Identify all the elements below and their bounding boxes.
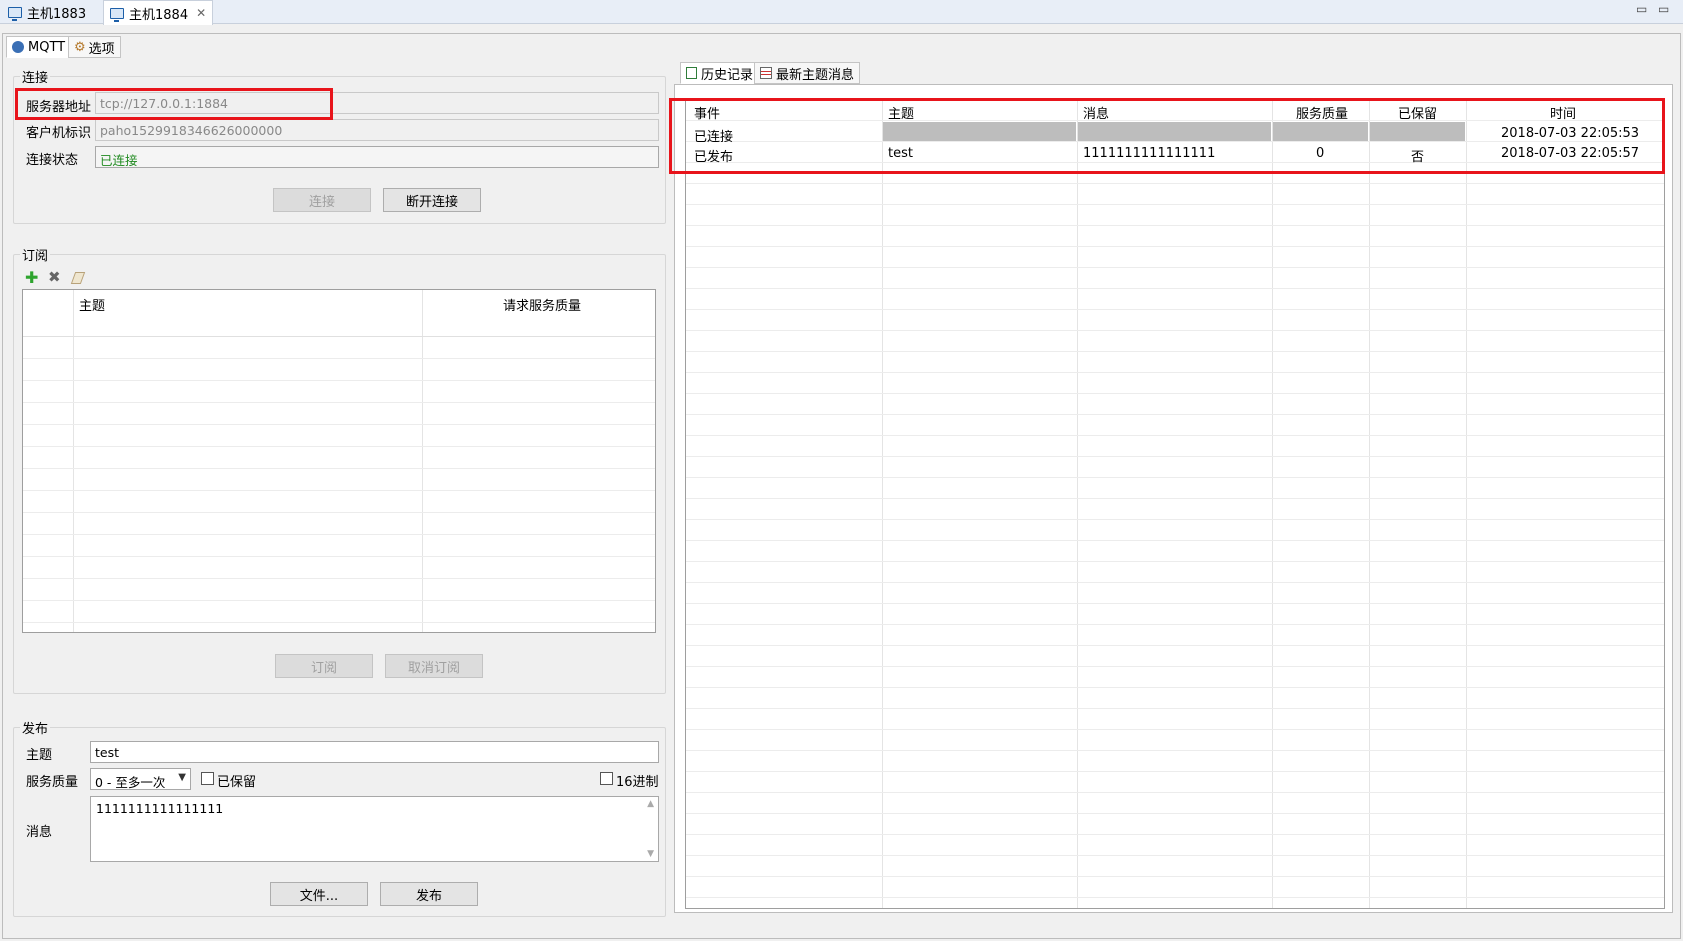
server-address-label: 服务器地址 bbox=[26, 100, 92, 115]
tab-mqtt-label: MQTT bbox=[28, 39, 66, 55]
history-row1-event[interactable]: 已连接 bbox=[694, 126, 733, 145]
history-row1-topic-empty bbox=[883, 122, 1076, 141]
scroll-down-icon[interactable]: ▼ bbox=[647, 849, 654, 859]
tab-history[interactable]: 历史记录 bbox=[680, 62, 760, 84]
close-tab-icon[interactable]: ✕ bbox=[196, 6, 206, 20]
history-row1-retained-empty bbox=[1370, 122, 1465, 141]
server-address-field[interactable]: tcp://127.0.0.1:1884 bbox=[95, 92, 659, 114]
delete-icon[interactable]: ✖ bbox=[48, 268, 61, 286]
history-table[interactable]: 事件 主题 消息 服务质量 已保留 时间 已连接 2018-07-03 22:0… bbox=[685, 98, 1665, 909]
subscription-group-title: 订阅 bbox=[20, 245, 51, 264]
monitor-icon bbox=[110, 7, 124, 22]
tab-latest-topic-messages[interactable]: 最新主题消息 bbox=[754, 62, 861, 84]
client-id-field[interactable]: paho1529918346626000000 bbox=[95, 119, 659, 141]
qos-select[interactable]: 0 - 至多一次 ▼ bbox=[90, 768, 191, 790]
publish-topic-input[interactable]: test bbox=[90, 741, 659, 763]
publish-group-title: 发布 bbox=[20, 718, 51, 737]
hex-label: 16进制 bbox=[616, 775, 659, 790]
column-header-topic[interactable]: 主题 bbox=[888, 103, 914, 122]
history-row1-time[interactable]: 2018-07-03 22:05:53 bbox=[1501, 126, 1639, 141]
history-row2-topic[interactable]: test bbox=[888, 146, 913, 161]
history-row1-message-empty bbox=[1078, 122, 1271, 141]
history-row2-retained[interactable]: 否 bbox=[1411, 146, 1424, 165]
history-row2-time[interactable]: 2018-07-03 22:05:57 bbox=[1501, 146, 1639, 161]
tab-mqtt[interactable]: MQTT bbox=[6, 36, 72, 58]
hex-checkbox[interactable] bbox=[600, 772, 613, 785]
qos-select-value: 0 - 至多一次 bbox=[95, 775, 166, 790]
minimize-icon[interactable]: ▭ bbox=[1636, 2, 1647, 16]
gear-icon: ⚙ bbox=[74, 39, 86, 55]
column-header-message[interactable]: 消息 bbox=[1083, 103, 1109, 122]
retained-checkbox[interactable] bbox=[201, 772, 214, 785]
window-tab-host1883[interactable]: 主机1883 bbox=[2, 0, 92, 24]
list-icon bbox=[760, 67, 772, 79]
publish-qos-label: 服务质量 bbox=[26, 775, 79, 790]
subscription-table[interactable]: 主题 请求服务质量 bbox=[22, 289, 656, 633]
window-tab-label: 主机1884 bbox=[129, 7, 189, 23]
chevron-down-icon: ▼ bbox=[178, 772, 186, 783]
publish-message-text: 1111111111111111 bbox=[96, 801, 224, 816]
add-icon[interactable]: ✚ bbox=[25, 268, 38, 287]
column-header-topic[interactable]: 主题 bbox=[79, 295, 105, 314]
window-tab-label: 主机1883 bbox=[27, 6, 87, 22]
history-row2-message[interactable]: 1111111111111111 bbox=[1083, 146, 1215, 161]
history-row1-qos-empty bbox=[1273, 122, 1368, 141]
disconnect-button[interactable]: 断开连接 bbox=[383, 188, 481, 212]
scroll-up-icon[interactable]: ▲ bbox=[647, 799, 654, 809]
publish-button[interactable]: 发布 bbox=[380, 882, 478, 906]
history-icon bbox=[686, 67, 697, 79]
column-header-requested-qos[interactable]: 请求服务质量 bbox=[503, 295, 581, 314]
window-tab-bar: 主机1883 主机1884 ✕ ▭ ▭ bbox=[0, 0, 1683, 25]
tab-options-label: 选项 bbox=[88, 41, 115, 57]
column-header-qos[interactable]: 服务质量 bbox=[1296, 103, 1348, 122]
subscribe-button[interactable]: 订阅 bbox=[275, 654, 373, 678]
column-header-event[interactable]: 事件 bbox=[694, 103, 720, 122]
tab-options[interactable]: ⚙ 选项 bbox=[68, 36, 121, 58]
window-tab-host1884[interactable]: 主机1884 ✕ bbox=[103, 0, 214, 25]
unsubscribe-button[interactable]: 取消订阅 bbox=[385, 654, 483, 678]
connection-status-label: 连接状态 bbox=[26, 153, 79, 168]
client-id-label: 客户机标识 bbox=[26, 126, 92, 141]
tab-history-label: 历史记录 bbox=[701, 67, 754, 83]
history-row2-event[interactable]: 已发布 bbox=[694, 146, 733, 165]
file-button[interactable]: 文件... bbox=[270, 882, 368, 906]
column-header-retained[interactable]: 已保留 bbox=[1398, 103, 1437, 122]
publish-message-textarea[interactable]: 1111111111111111 ▲ ▼ bbox=[90, 796, 659, 862]
monitor-icon bbox=[8, 6, 22, 21]
history-row2-qos[interactable]: 0 bbox=[1316, 146, 1324, 161]
column-header-time[interactable]: 时间 bbox=[1550, 103, 1576, 122]
tab-latest-label: 最新主题消息 bbox=[776, 67, 855, 83]
publish-topic-label: 主题 bbox=[26, 748, 53, 763]
connect-button[interactable]: 连接 bbox=[273, 188, 371, 212]
mqtt-icon bbox=[12, 41, 24, 53]
connection-status-field: 已连接 bbox=[95, 146, 659, 168]
maximize-icon[interactable]: ▭ bbox=[1658, 2, 1669, 16]
publish-message-label: 消息 bbox=[26, 825, 53, 840]
retained-label: 已保留 bbox=[217, 775, 257, 790]
connection-group-title: 连接 bbox=[20, 67, 51, 86]
